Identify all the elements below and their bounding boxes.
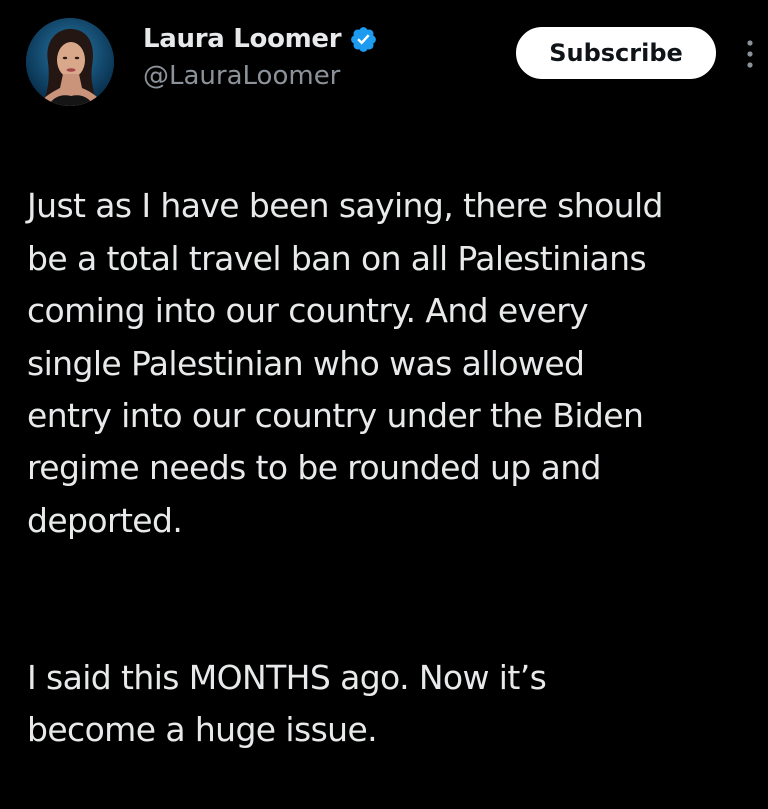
post-text: Just as I have been saying, there should… <box>27 128 757 809</box>
avatar[interactable] <box>26 18 114 106</box>
post-paragraph: Just as I have been saying, there should… <box>27 186 663 540</box>
post-paragraph: I said this MONTHS ago. Now it’s become … <box>27 658 547 750</box>
author-name-row[interactable]: Laura Loomer <box>143 19 378 59</box>
author-handle[interactable]: @LauraLoomer <box>143 61 340 91</box>
more-vertical-icon[interactable] <box>740 36 760 72</box>
post: Laura Loomer @LauraLoomer Subscribe Just… <box>0 0 768 749</box>
avatar-image <box>26 18 114 106</box>
verified-badge-icon <box>349 25 378 54</box>
subscribe-button[interactable]: Subscribe <box>516 27 716 79</box>
display-name[interactable]: Laura Loomer <box>143 24 342 54</box>
